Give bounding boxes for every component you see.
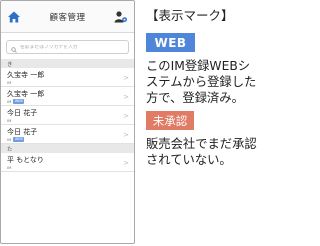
search-input[interactable] xyxy=(20,44,124,50)
chevron-right-icon: > xyxy=(123,131,129,139)
list-item[interactable]: 久宝寺 一郎 IM > xyxy=(1,68,134,87)
im-label: IM xyxy=(7,165,12,170)
web-badge-description: このIM登録WEBシ ステムから登録した 方で、登録済み。 xyxy=(146,58,296,106)
web-badge: WEB xyxy=(13,137,25,142)
legend-panel: 【表示マーク】 WEB このIM登録WEBシ ステムから登録した 方で、登録済み… xyxy=(146,8,296,168)
desc-line: このIM登録WEBシ xyxy=(146,59,251,73)
desc-line: されていない。 xyxy=(146,153,232,167)
pending-badge-sample: 未承認 xyxy=(146,111,194,130)
im-label: IM xyxy=(7,137,12,142)
list-item[interactable]: 今日 花子 IM > xyxy=(1,106,134,125)
im-label: IM xyxy=(7,80,12,85)
chevron-right-icon: > xyxy=(123,112,129,120)
phone-screen: 顧客管理 き 久宝寺 一郎 IM > xyxy=(0,0,135,244)
customer-name: 久宝寺 一郎 xyxy=(7,71,45,79)
search-area xyxy=(1,33,134,59)
im-label: IM xyxy=(7,99,12,104)
chevron-right-icon: > xyxy=(123,74,129,82)
web-badge: WEB xyxy=(13,99,25,104)
im-label: IM xyxy=(7,118,12,123)
nav-bar: 顧客管理 xyxy=(1,1,134,33)
customer-name: 久宝寺 一郎 xyxy=(7,90,45,98)
chevron-right-icon: > xyxy=(123,159,129,167)
search-box[interactable] xyxy=(6,40,129,54)
desc-line: 方で、登録済み。 xyxy=(146,91,244,105)
pending-badge-description: 販売会社でまだ承認 されていない。 xyxy=(146,136,296,168)
list-item[interactable]: 久宝寺 一郎 IM WEB > xyxy=(1,87,134,106)
customer-name: 今日 花子 xyxy=(7,128,38,136)
customer-name: 今日 花子 xyxy=(7,109,38,117)
chevron-right-icon: > xyxy=(123,93,129,101)
home-icon[interactable] xyxy=(7,10,21,24)
web-badge-sample: WEB xyxy=(146,33,195,52)
desc-line: ステムから登録した xyxy=(146,75,257,89)
customer-name: 平 もとなり xyxy=(7,156,44,164)
desc-line: 販売会社でまだ承認 xyxy=(146,137,257,151)
section-header: き xyxy=(1,59,134,68)
page-title: 顧客管理 xyxy=(49,12,86,23)
search-icon xyxy=(11,38,17,57)
list-item[interactable]: 今日 花子 IM WEB > xyxy=(1,125,134,144)
user-gear-icon[interactable] xyxy=(114,10,128,24)
list-item[interactable]: 平 もとなり IM > xyxy=(1,153,134,172)
legend-title: 【表示マーク】 xyxy=(146,8,234,23)
section-header: た xyxy=(1,144,134,153)
